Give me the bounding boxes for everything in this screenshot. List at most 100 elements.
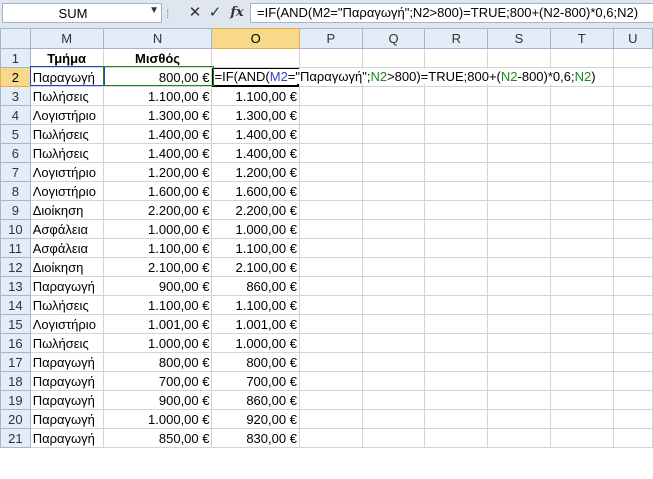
cell[interactable] bbox=[487, 124, 551, 144]
cell[interactable] bbox=[487, 48, 551, 68]
cell[interactable] bbox=[424, 143, 489, 163]
cell[interactable] bbox=[612, 143, 653, 163]
cell-salary[interactable]: 1.400,00 € bbox=[102, 143, 213, 163]
cell[interactable] bbox=[612, 428, 653, 448]
cell-result[interactable]: 2.200,00 € bbox=[211, 200, 300, 220]
formula-input[interactable]: =IF(AND(M2="Παραγωγή";N2>800)=TRUE;800+(… bbox=[250, 3, 653, 23]
cell[interactable] bbox=[487, 162, 551, 182]
cell[interactable] bbox=[298, 48, 363, 68]
cell[interactable] bbox=[549, 276, 614, 296]
cell[interactable] bbox=[549, 257, 614, 277]
cell-dept[interactable]: Πωλήσεις bbox=[29, 333, 104, 353]
cancel-button[interactable]: ✕ bbox=[186, 3, 204, 23]
cell[interactable] bbox=[361, 181, 426, 201]
cell[interactable] bbox=[487, 428, 551, 448]
cell[interactable] bbox=[361, 371, 426, 391]
cell[interactable] bbox=[487, 105, 551, 125]
cell[interactable] bbox=[612, 333, 653, 353]
cell-result[interactable]: 1.400,00 € bbox=[211, 143, 300, 163]
column-header-u[interactable]: U bbox=[612, 28, 653, 49]
cell[interactable] bbox=[298, 124, 363, 144]
cell[interactable] bbox=[612, 352, 653, 372]
cell[interactable] bbox=[612, 181, 653, 201]
column-header-r[interactable]: R bbox=[424, 28, 489, 49]
row-header[interactable]: 7 bbox=[0, 162, 31, 182]
row-header[interactable]: 16 bbox=[0, 333, 31, 353]
cell-dept[interactable]: Παραγωγή bbox=[29, 276, 104, 296]
column-header-s[interactable]: S bbox=[487, 28, 551, 49]
cell-salary[interactable]: 1.000,00 € bbox=[102, 219, 213, 239]
cell[interactable] bbox=[361, 295, 426, 315]
row-header[interactable]: 19 bbox=[0, 390, 31, 410]
cell-result[interactable]: 860,00 € bbox=[211, 276, 300, 296]
cell-result[interactable]: 2.100,00 € bbox=[211, 257, 300, 277]
cell-result-editing[interactable]: =IF(AND(M2="Παραγωγή";N2>800)=TRUE;800+(… bbox=[211, 67, 602, 87]
cell-salary[interactable]: 2.100,00 € bbox=[102, 257, 213, 277]
cell-dept[interactable]: Παραγωγή bbox=[29, 428, 104, 448]
row-header[interactable]: 1 bbox=[0, 48, 31, 68]
cell[interactable] bbox=[424, 48, 489, 68]
cell[interactable] bbox=[298, 143, 363, 163]
cell[interactable] bbox=[361, 352, 426, 372]
cell-result[interactable]: 800,00 € bbox=[211, 352, 300, 372]
column-header-p[interactable]: P bbox=[298, 28, 363, 49]
cell-result[interactable]: 1.000,00 € bbox=[211, 333, 300, 353]
row-header[interactable]: 6 bbox=[0, 143, 31, 163]
cell[interactable] bbox=[424, 428, 489, 448]
cell[interactable] bbox=[298, 162, 363, 182]
cell[interactable] bbox=[424, 124, 489, 144]
cell[interactable] bbox=[612, 162, 653, 182]
cell-salary[interactable]: 1.000,00 € bbox=[102, 333, 213, 353]
cell[interactable] bbox=[549, 162, 614, 182]
row-header[interactable]: 8 bbox=[0, 181, 31, 201]
cell-dept[interactable]: Παραγωγή bbox=[29, 390, 104, 410]
cell[interactable] bbox=[361, 124, 426, 144]
cell[interactable] bbox=[612, 200, 653, 220]
cell[interactable] bbox=[487, 143, 551, 163]
cell[interactable] bbox=[361, 257, 426, 277]
cell[interactable] bbox=[549, 295, 614, 315]
row-header[interactable]: 5 bbox=[0, 124, 31, 144]
cell-dept[interactable]: Ασφάλεια bbox=[29, 238, 104, 258]
cell[interactable] bbox=[361, 143, 426, 163]
cell[interactable] bbox=[549, 105, 614, 125]
row-header[interactable]: 12 bbox=[0, 257, 31, 277]
cell-dept[interactable]: Πωλήσεις bbox=[29, 86, 104, 106]
cell[interactable] bbox=[612, 314, 653, 334]
cell[interactable] bbox=[361, 200, 426, 220]
cell[interactable] bbox=[549, 86, 614, 106]
cell[interactable] bbox=[612, 86, 653, 106]
cell[interactable] bbox=[424, 86, 489, 106]
cell[interactable] bbox=[487, 371, 551, 391]
cell[interactable] bbox=[549, 48, 614, 68]
cell[interactable] bbox=[361, 105, 426, 125]
cell[interactable] bbox=[298, 428, 363, 448]
cell[interactable] bbox=[424, 295, 489, 315]
cell[interactable] bbox=[298, 200, 363, 220]
cell-dept[interactable]: Πωλήσεις bbox=[29, 124, 104, 144]
cell[interactable] bbox=[298, 276, 363, 296]
cell[interactable] bbox=[424, 105, 489, 125]
row-header[interactable]: 15 bbox=[0, 314, 31, 334]
cell[interactable] bbox=[298, 105, 363, 125]
cell-dept[interactable]: Παραγωγή bbox=[29, 67, 104, 87]
cell-result[interactable]: 1.600,00 € bbox=[211, 181, 300, 201]
cell[interactable] bbox=[361, 48, 426, 68]
cell[interactable] bbox=[549, 181, 614, 201]
cell[interactable] bbox=[361, 276, 426, 296]
cell-result[interactable]: 1.001,00 € bbox=[211, 314, 300, 334]
cell-result[interactable]: 830,00 € bbox=[211, 428, 300, 448]
cell[interactable] bbox=[298, 371, 363, 391]
cell-dept[interactable]: Λογιστήριο bbox=[29, 181, 104, 201]
cell-result[interactable]: 1.400,00 € bbox=[211, 124, 300, 144]
cell[interactable] bbox=[487, 314, 551, 334]
cell-result[interactable]: 1.100,00 € bbox=[211, 295, 300, 315]
cell[interactable] bbox=[424, 371, 489, 391]
cell[interactable] bbox=[487, 181, 551, 201]
cell-salary[interactable]: 700,00 € bbox=[102, 371, 213, 391]
cell[interactable] bbox=[612, 124, 653, 144]
cell[interactable] bbox=[361, 409, 426, 429]
row-header[interactable]: 14 bbox=[0, 295, 31, 315]
cell-salary[interactable]: 2.200,00 € bbox=[102, 200, 213, 220]
cell-salary[interactable]: 1.100,00 € bbox=[102, 295, 213, 315]
